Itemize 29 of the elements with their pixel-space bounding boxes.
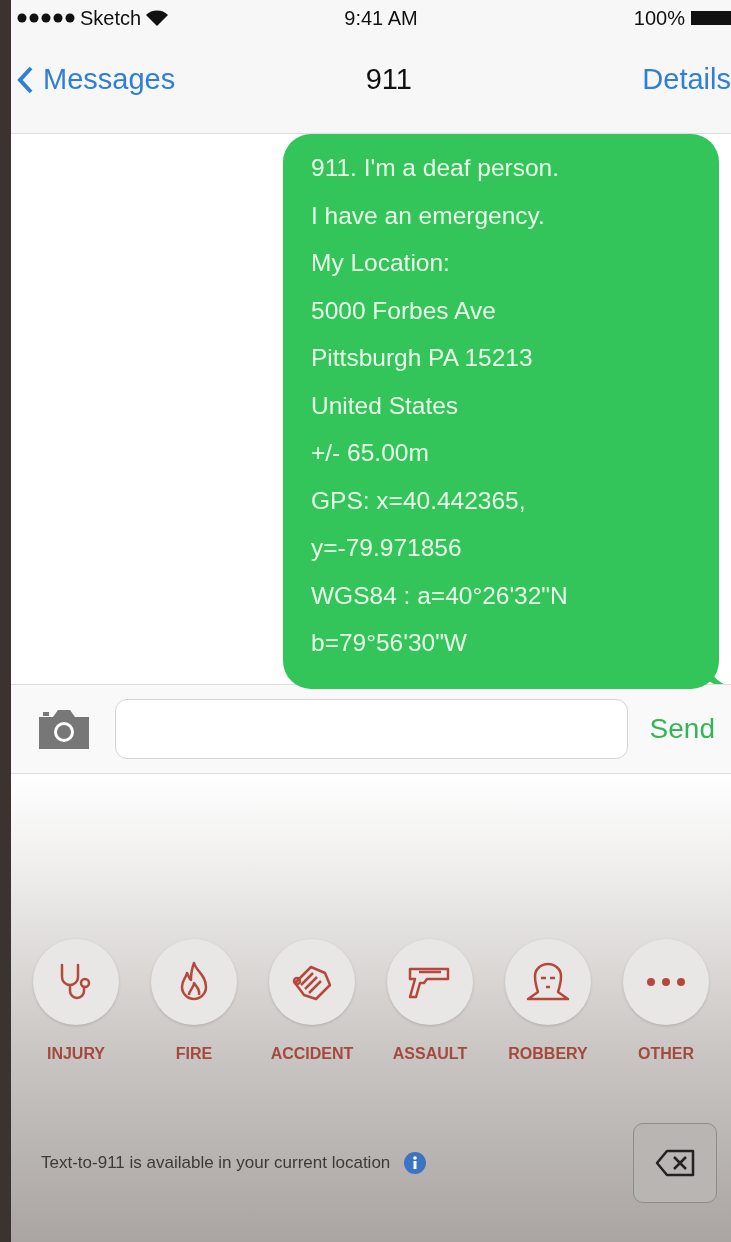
carrier-name: Sketch	[80, 6, 142, 30]
chevron-icon	[17, 65, 33, 94]
signal-icon	[17, 13, 75, 23]
message-line: Pittsburgh PA 15213	[311, 343, 534, 373]
info-icon[interactable]	[404, 1152, 427, 1174]
battery-icon	[691, 11, 731, 25]
message-line: WGS84 : a=40°26'32"N	[311, 580, 569, 611]
more-icon	[646, 977, 686, 987]
backspace-icon	[655, 1149, 695, 1177]
status-time: 9:41 AM	[344, 6, 418, 30]
message-line: y=-79.971856	[311, 533, 463, 563]
details-button[interactable]: Details	[642, 63, 731, 96]
message-input[interactable]	[115, 699, 628, 759]
message-line: United States	[311, 390, 460, 421]
message-line: I have an emergency.	[311, 200, 546, 231]
message-line: b=79°56'30"W	[311, 628, 468, 658]
availability-notice: Text-to-911 is available in your current location	[41, 1153, 391, 1173]
wifi-icon	[146, 10, 169, 26]
message-line: +/- 65.00m	[311, 438, 430, 468]
conversation-title: 911	[365, 63, 412, 96]
message-line: 5000 Forbes Ave	[311, 295, 497, 326]
delete-key[interactable]	[633, 1123, 717, 1203]
back-button[interactable]: Messages	[17, 63, 176, 96]
send-button[interactable]: Send	[649, 713, 715, 745]
message-line: GPS: x=40.442365,	[311, 485, 527, 516]
message-line: 911. I'm a deaf person.	[311, 153, 560, 183]
battery-percent: 100%	[633, 6, 685, 30]
balaclava-icon	[525, 962, 571, 1002]
message-line: My Location:	[311, 248, 451, 278]
